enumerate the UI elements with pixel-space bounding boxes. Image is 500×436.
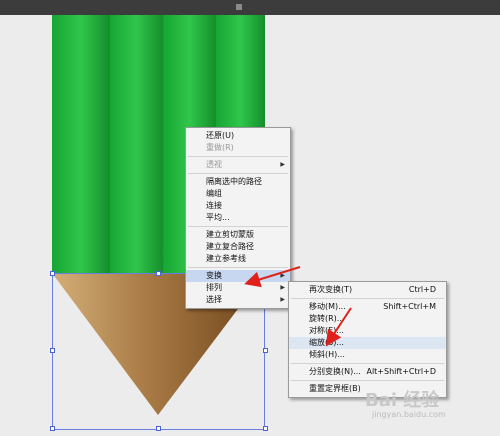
submenu-arrow-icon: ▶ [280,284,285,291]
menu-item-transform[interactable]: 变换 ▶ [186,270,290,282]
transform-submenu: 再次变换(T) Ctrl+D 移动(M)... Shift+Ctrl+M 旋转(R)… [288,281,447,398]
pencil-stripe-2 [110,15,163,273]
selection-handle-bottom-right[interactable] [263,426,268,431]
submenu-arrow-icon: ▶ [280,272,285,279]
menu-separator [291,298,444,299]
menu-separator [188,156,288,157]
submenu-item-shear[interactable]: 倾斜(H)... [289,349,446,361]
menu-separator [291,363,444,364]
context-menu: 还原(U) 重做(R) 透视 ▶ 隔离选中的路径 编组 连接 平均... 建立剪切… [185,127,291,309]
menu-item-average[interactable]: 平均... [186,212,290,224]
submenu-arrow-icon: ▶ [280,296,285,303]
menu-item-make-guides[interactable]: 建立参考线 [186,253,290,265]
selection-handle-top-left[interactable] [50,271,55,276]
menu-item-clipping-mask[interactable]: 建立剪切蒙版 [186,229,290,241]
menu-item-join[interactable]: 连接 [186,200,290,212]
menu-item-perspective: 透视 ▶ [206,160,285,169]
menu-separator [188,173,288,174]
menu-item-undo[interactable]: 还原(U) [186,130,290,142]
submenu-item-scale[interactable]: 缩放(S)... [289,337,446,349]
submenu-item-reflect[interactable]: 对称(E)... [289,325,446,337]
pencil-stripe-1 [52,15,110,273]
menu-item-group[interactable]: 编组 [186,188,290,200]
menu-separator [188,267,288,268]
submenu-arrow-icon: ▶ [280,161,285,168]
menu-separator [188,226,288,227]
menu-separator [291,380,444,381]
app-top-bar [0,0,500,15]
menu-item-isolate-path[interactable]: 隔离选中的路径 [186,176,290,188]
watermark-url: jingyan.baidu.com [372,410,446,419]
menu-item-compound-path[interactable]: 建立复合路径 [186,241,290,253]
selection-handle-bottom-left[interactable] [50,426,55,431]
submenu-item-move[interactable]: 移动(M)... Shift+Ctrl+M [289,301,446,313]
selection-handle-middle-left[interactable] [50,348,55,353]
selection-handle-middle-right[interactable] [263,348,268,353]
submenu-item-rotate[interactable]: 旋转(R)... [289,313,446,325]
selection-handle-top-middle[interactable] [156,271,161,276]
watermark-logo: Bai 经验 [365,390,440,411]
top-bar-marker [236,4,242,10]
submenu-item-transform-each[interactable]: 分别变换(N)... Alt+Shift+Ctrl+D [289,366,446,378]
submenu-item-transform-again[interactable]: 再次变换(T) Ctrl+D [289,284,446,296]
menu-item-redo: 重做(R) [206,143,234,152]
menu-item-select[interactable]: 选择 ▶ [186,294,290,306]
selection-handle-bottom-middle[interactable] [156,426,161,431]
menu-item-arrange[interactable]: 排列 ▶ [186,282,290,294]
